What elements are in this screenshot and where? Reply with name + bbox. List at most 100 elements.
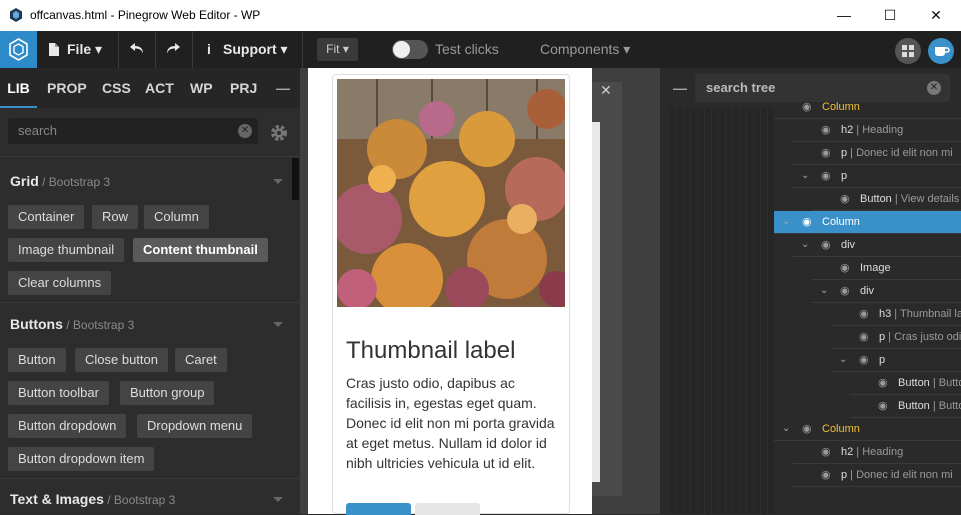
layout-button[interactable] <box>895 38 921 64</box>
visibility-eye-icon[interactable]: ◉ <box>821 464 831 486</box>
visibility-eye-icon[interactable]: ◉ <box>802 211 812 233</box>
tab-wp[interactable]: WP <box>190 68 213 108</box>
tree-row[interactable]: ⌄ ◉ p <box>831 349 961 372</box>
tree-row[interactable]: ⌄ ◉ Column <box>774 211 961 234</box>
tab-prj[interactable]: PRJ <box>230 68 257 108</box>
thumbnail-default-button[interactable] <box>415 503 480 515</box>
chip-caret[interactable]: Caret <box>175 348 227 372</box>
settings-gear-icon[interactable] <box>269 123 289 143</box>
tab-prop[interactable]: PROP <box>47 68 87 108</box>
chip-row[interactable]: Row <box>92 205 139 229</box>
collapse-arrow-icon[interactable] <box>273 179 283 184</box>
tree-row[interactable]: ⌄ ◉ p <box>793 165 961 188</box>
chip-content-thumbnail[interactable]: Content thumbnail <box>133 238 268 262</box>
tree-row[interactable]: ◉ Image <box>812 257 961 280</box>
visibility-eye-icon[interactable]: ◉ <box>878 372 888 394</box>
autumn-leaves-image[interactable] <box>337 79 565 307</box>
tab-lib[interactable]: LIB <box>0 68 37 108</box>
page-preview[interactable]: Thumbnail label Cras justo odio, dapibus… <box>308 68 592 515</box>
chip-image-thumbnail[interactable]: Image thumbnail <box>8 238 125 262</box>
scrollbar-thumb[interactable] <box>292 158 299 200</box>
expand-chevron-icon[interactable]: ⌄ <box>782 418 790 440</box>
visibility-eye-icon[interactable]: ◉ <box>859 326 869 348</box>
collapse-arrow-icon[interactable] <box>273 322 283 327</box>
text-images-section-title[interactable]: Text & Images / Bootstrap 3 <box>10 491 175 507</box>
window-titlebar: offcanvas.html - Pinegrow Web Editor - W… <box>0 0 961 31</box>
expand-chevron-icon[interactable]: ⌄ <box>839 349 847 371</box>
tree-row[interactable]: ⌄ ◉ div <box>812 280 961 303</box>
grid-section-title[interactable]: Grid / Bootstrap 3 <box>10 173 110 189</box>
tree-node-label: Column <box>822 423 860 435</box>
undo-icon[interactable] <box>129 42 145 56</box>
expand-chevron-icon[interactable]: ⌄ <box>801 165 809 187</box>
clear-tree-search-icon[interactable]: ✕ <box>927 81 941 95</box>
library-search-input[interactable]: search <box>8 118 258 144</box>
visibility-eye-icon[interactable]: ◉ <box>821 165 831 187</box>
expand-chevron-icon[interactable]: ⌄ <box>801 234 809 256</box>
tab-act[interactable]: ACT <box>145 68 174 108</box>
chip-button[interactable]: Button <box>8 348 66 372</box>
pinegrow-logo-button[interactable] <box>0 31 37 68</box>
chip-button-dropdown-item[interactable]: Button dropdown item <box>8 447 155 471</box>
support-menu[interactable]: Support ▾ <box>223 31 288 68</box>
tree-row[interactable]: ◉ h3 | Thumbnail label <box>831 303 961 326</box>
tree-row[interactable]: ◉ Button | Button <box>850 372 961 395</box>
tree-row[interactable]: ◉ p | Donec id elit non mi <box>793 464 961 487</box>
section-name: Text & Images <box>10 491 104 507</box>
coffee-cup-icon <box>935 47 950 56</box>
redo-icon[interactable] <box>165 42 181 56</box>
visibility-eye-icon[interactable]: ◉ <box>821 234 831 256</box>
thumbnail-text[interactable]: Cras justo odio, dapibus ac facilisis in… <box>346 373 556 473</box>
chip-clear-columns[interactable]: Clear columns <box>8 271 112 295</box>
close-button[interactable]: ✕ <box>913 0 959 31</box>
visibility-eye-icon[interactable]: ◉ <box>859 303 869 325</box>
expand-chevron-icon[interactable]: ⌄ <box>820 280 828 302</box>
visibility-eye-icon[interactable]: ◉ <box>821 441 831 463</box>
visibility-eye-icon[interactable]: ◉ <box>802 418 812 440</box>
tree-minimize-button[interactable]: — <box>673 80 687 96</box>
tree-row[interactable]: ◉ p | Donec id elit non mi <box>793 142 961 165</box>
tree-row[interactable]: ◉ h2 | Heading <box>793 119 961 142</box>
expand-chevron-icon[interactable]: ⌄ <box>782 211 790 233</box>
chip-close-button[interactable]: Close button <box>75 348 168 372</box>
visibility-eye-icon[interactable]: ◉ <box>840 257 850 279</box>
fit-dropdown[interactable]: Fit ▾ <box>317 38 358 61</box>
chip-button-group[interactable]: Button group <box>120 381 215 405</box>
tab-css[interactable]: CSS <box>102 68 131 108</box>
visibility-eye-icon[interactable]: ◉ <box>859 349 869 371</box>
tree-row[interactable]: ◉ Column <box>774 96 961 119</box>
visibility-eye-icon[interactable]: ◉ <box>821 142 831 164</box>
visibility-eye-icon[interactable]: ◉ <box>840 188 850 210</box>
chip-column[interactable]: Column <box>144 205 209 229</box>
visibility-eye-icon[interactable]: ◉ <box>878 395 888 417</box>
tree-row[interactable]: ◉ p | Cras justo odio <box>831 326 961 349</box>
clear-search-icon[interactable]: ✕ <box>238 124 252 138</box>
tree-row[interactable]: ◉ Button | View details <box>812 188 961 211</box>
tree-node-note: | Button <box>932 400 961 412</box>
chip-container[interactable]: Container <box>8 205 85 229</box>
tree-row[interactable]: ⌄ ◉ div <box>793 234 961 257</box>
chip-button-toolbar[interactable]: Button toolbar <box>8 381 109 405</box>
thumbnail-label-heading[interactable]: Thumbnail label <box>346 337 515 365</box>
visibility-eye-icon[interactable]: ◉ <box>802 96 812 118</box>
chip-button-dropdown[interactable]: Button dropdown <box>8 414 127 438</box>
components-menu[interactable]: Components ▾ <box>540 31 630 68</box>
info-icon: i <box>207 41 211 57</box>
content-thumbnail[interactable]: Thumbnail label Cras justo odio, dapibus… <box>332 74 570 515</box>
visibility-eye-icon[interactable]: ◉ <box>821 119 831 141</box>
minimize-button[interactable]: — <box>821 0 867 31</box>
thumbnail-primary-button[interactable] <box>346 503 411 515</box>
visibility-eye-icon[interactable]: ◉ <box>840 280 850 302</box>
file-menu[interactable]: File ▾ <box>67 31 102 68</box>
collapse-arrow-icon[interactable] <box>273 497 283 502</box>
tree-row[interactable]: ◉ Button | Button <box>850 395 961 418</box>
tree-row[interactable]: ⌄ ◉ Column <box>774 418 961 441</box>
chip-dropdown-menu[interactable]: Dropdown menu <box>137 414 253 438</box>
tree-row[interactable]: ◉ h2 | Heading <box>793 441 961 464</box>
buttons-section-title[interactable]: Buttons / Bootstrap 3 <box>10 316 134 332</box>
maximize-button[interactable]: ☐ <box>867 0 913 31</box>
test-clicks-toggle[interactable] <box>392 40 428 59</box>
coffee-button[interactable] <box>928 38 954 64</box>
panel-minimize-button[interactable]: — <box>276 68 290 108</box>
close-page-icon[interactable]: ✕ <box>600 82 612 99</box>
